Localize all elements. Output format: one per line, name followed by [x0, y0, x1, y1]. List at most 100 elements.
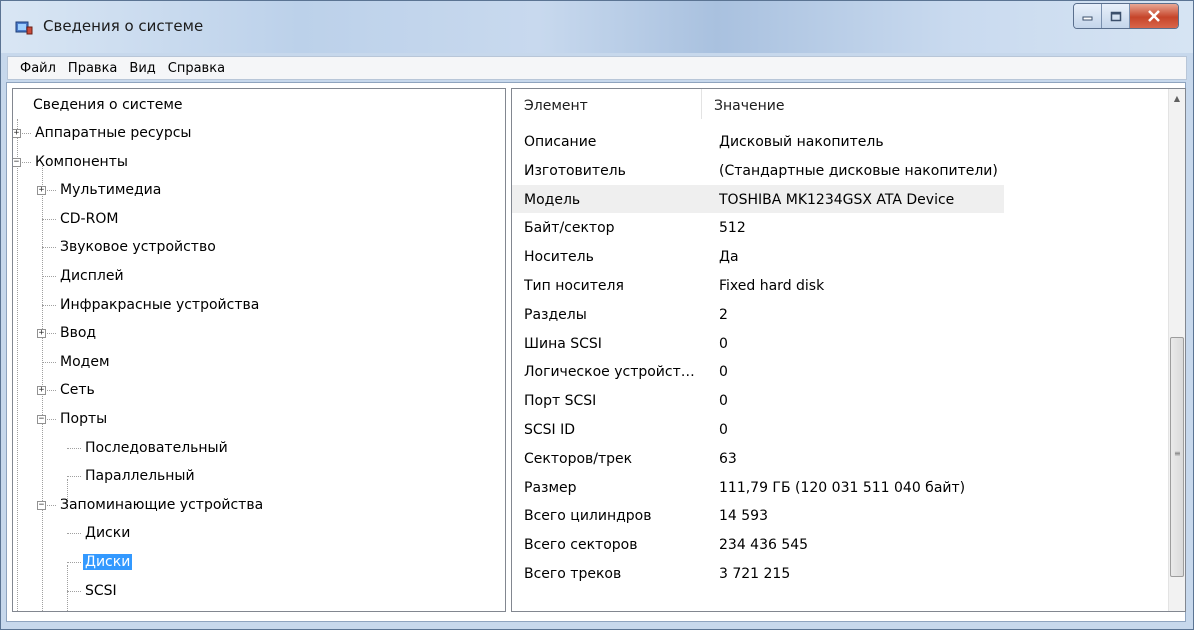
tree-item[interactable]: SCSI: [83, 579, 119, 603]
column-header-item[interactable]: Элемент: [512, 89, 702, 119]
tree-item-label: Порты: [60, 411, 108, 427]
detail-item-cell: Байт/сектор: [524, 220, 615, 237]
expand-plus-icon[interactable]: +: [13, 129, 21, 138]
menu-item[interactable]: Справка: [162, 61, 231, 76]
tree-item[interactable]: Дисплей: [58, 264, 126, 288]
tree-item-label: Ввод: [60, 325, 97, 342]
detail-value-cell: 512: [719, 220, 746, 237]
vertical-scrollbar[interactable]: ▲ ≡: [1168, 89, 1185, 611]
detail-row[interactable]: Тип носителя Fixed hard disk: [512, 271, 1112, 299]
tree-connector-line: [42, 361, 56, 363]
menu-item[interactable]: Правка: [62, 61, 123, 76]
minimize-button[interactable]: [1074, 4, 1102, 28]
tree-item[interactable]: Мультимедиа: [58, 178, 163, 202]
tree-connector-line: [67, 562, 81, 563]
minimize-icon: [1082, 16, 1092, 21]
detail-value-cell: 14 593: [719, 508, 768, 525]
expand-plus-icon[interactable]: +: [37, 386, 46, 396]
detail-value-cell: 0: [719, 364, 728, 381]
detail-item-cell: Логическое устройств...: [524, 364, 702, 381]
detail-row[interactable]: Байт/сектор 512: [512, 213, 1112, 241]
tree-connector-line: [67, 533, 81, 535]
tree-item-selected[interactable]: Диски: [83, 550, 133, 574]
detail-row[interactable]: Изготовитель (Стандартные дисковые накопи…: [512, 156, 1112, 184]
menu-item[interactable]: Вид: [123, 61, 161, 76]
details-list[interactable]: Элемент Значение Описание Дисковый накопи…: [511, 88, 1186, 612]
detail-item-cell: Размер: [524, 479, 577, 496]
tree-item-label: Запоминающие устройства: [60, 496, 264, 513]
detail-item-cell: Описание: [524, 134, 597, 150]
detail-item-cell: Изготовитель: [524, 162, 626, 179]
detail-row[interactable]: Порт SCSI 0: [512, 386, 1112, 414]
tree-item-label: Дисплей: [60, 268, 124, 284]
detail-row[interactable]: Размер 111,79 ГБ (120 031 511 040 байт): [512, 473, 1112, 501]
detail-item-cell: Тип носителя: [524, 278, 624, 294]
detail-row[interactable]: Всего секторов 234 436 545: [512, 530, 1112, 558]
scroll-up-arrow-icon[interactable]: ▲: [1169, 91, 1185, 107]
detail-row[interactable]: Всего треков 3 721 215: [512, 559, 1112, 587]
tree-item-root[interactable]: Сведения о системе: [31, 93, 185, 117]
tree-item-label: Инфракрасные устройства: [60, 296, 260, 313]
tree-item[interactable]: Модем: [58, 350, 112, 374]
tree-item-label: Диски: [85, 525, 131, 542]
detail-value-cell: 234 436 545: [719, 537, 809, 554]
tree-item[interactable]: Звуковое устройство: [58, 235, 218, 259]
tree-item-label: CD-ROM: [60, 210, 119, 227]
tree-item[interactable]: Запоминающие устройства: [58, 493, 265, 517]
tree-connector-line: [42, 247, 56, 249]
tree-item-label: Параллельный: [85, 468, 195, 485]
detail-value-cell: Fixed hard disk: [719, 278, 825, 294]
detail-value-cell: 0: [719, 393, 728, 410]
detail-row[interactable]: Описание Дисковый накопитель: [512, 127, 1112, 155]
tree-connector-line: [42, 304, 56, 306]
detail-value-cell: 0: [719, 422, 728, 438]
expand-plus-icon[interactable]: +: [37, 186, 46, 196]
tree-connector-line: [67, 590, 81, 592]
menu-item[interactable]: Файл: [14, 61, 62, 76]
tree-guide-line: [17, 119, 18, 611]
tree-item[interactable]: CD-ROM: [58, 207, 120, 231]
tree-item[interactable]: Сеть: [58, 378, 97, 402]
tree-item-label: Сеть: [60, 382, 95, 399]
detail-value-cell: TOSHIBA MK1234GSX ATA Device: [719, 191, 955, 208]
detail-row[interactable]: Секторов/трек 63: [512, 444, 1112, 472]
close-button[interactable]: [1130, 4, 1178, 28]
category-tree[interactable]: Сведения о системе Аппаратные ресурсы + Ком…: [12, 88, 506, 612]
column-header-value[interactable]: Значение: [702, 89, 1185, 119]
tree-item-label: Сведения о системе: [33, 97, 183, 113]
detail-row[interactable]: SCSI ID 0: [512, 415, 1112, 443]
detail-row[interactable]: Разделы 2: [512, 300, 1112, 328]
tree-item[interactable]: Ввод: [58, 321, 98, 345]
expand-plus-icon[interactable]: +: [37, 329, 46, 339]
detail-row[interactable]: Носитель Да: [512, 242, 1112, 270]
detail-item-cell: Всего секторов: [524, 537, 638, 554]
maximize-icon: [1110, 11, 1121, 21]
grip-icon: ≡: [1174, 449, 1181, 458]
detail-row[interactable]: Всего цилиндров 14 593: [512, 501, 1112, 529]
detail-row[interactable]: Модель TOSHIBA MK1234GSX ATA Device: [512, 184, 1004, 213]
detail-row[interactable]: Шина SCSI 0: [512, 329, 1112, 357]
detail-item-cell: Всего треков: [524, 566, 622, 582]
detail-value-cell: Да: [719, 249, 739, 266]
tree-item[interactable]: Последовательный: [83, 436, 230, 460]
tree-item[interactable]: Порты: [58, 407, 109, 431]
collapse-minus-icon[interactable]: −: [13, 157, 21, 167]
title-bar[interactable]: Сведения о системе: [1, 1, 1193, 53]
detail-value-cell: 0: [719, 335, 728, 352]
tree-item[interactable]: Параллельный: [83, 464, 197, 488]
tree-item-label: Мультимедиа: [60, 182, 162, 199]
window-controls: [1073, 3, 1179, 29]
scrollbar-thumb[interactable]: ≡: [1170, 337, 1184, 577]
collapse-minus-icon[interactable]: −: [37, 500, 46, 510]
tree-item[interactable]: Аппаратные ресурсы: [33, 121, 193, 145]
tree-item[interactable]: Компоненты: [33, 150, 130, 174]
tree-item-label: SCSI: [85, 582, 117, 599]
detail-value-cell: 111,79 ГБ (120 031 511 040 байт): [719, 479, 966, 496]
detail-row[interactable]: Логическое устройств... 0: [512, 357, 1112, 385]
tree-connector-line: [42, 276, 56, 277]
tree-item[interactable]: Инфракрасные устройства: [58, 293, 261, 317]
maximize-button[interactable]: [1102, 4, 1130, 28]
window-title: Сведения о системе: [43, 17, 204, 35]
tree-item[interactable]: Диски: [83, 521, 132, 545]
collapse-minus-icon[interactable]: −: [37, 415, 46, 424]
